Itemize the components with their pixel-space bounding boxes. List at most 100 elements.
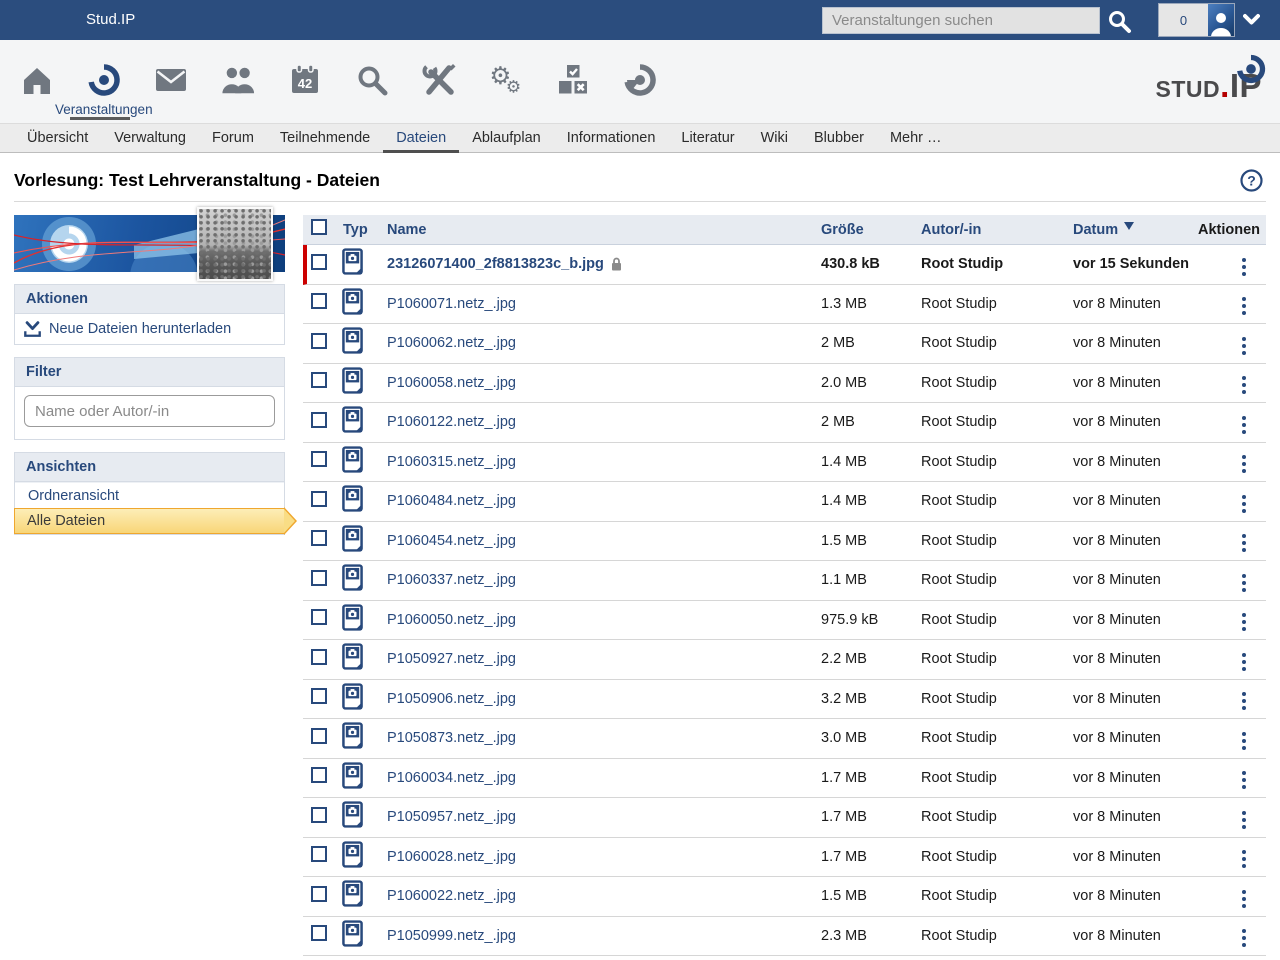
tab-literatur[interactable]: Literatur [668,124,747,152]
column-header-author[interactable]: Autor/-in [921,222,1073,238]
app-title: Stud.IP [86,0,135,40]
row-checkbox[interactable] [311,372,327,388]
file-name-link[interactable]: P1060028.netz_.jpg [387,849,516,865]
search-submit-button[interactable] [1106,8,1132,34]
download-new-files-link[interactable]: Neue Dateien herunterladen [15,314,284,344]
table-row: P1050999.netz_.jpg 2.3 MB Root Studip vo… [303,917,1266,957]
file-name-link[interactable]: P1060058.netz_.jpg [387,375,516,391]
file-name-link[interactable]: P1050957.netz_.jpg [387,809,516,825]
row-actions-kebab-icon[interactable] [1238,649,1250,675]
row-checkbox[interactable] [311,807,327,823]
tab-ablaufplan[interactable]: Ablaufplan [459,124,554,152]
column-header-typ[interactable]: Typ [337,222,381,238]
tab-dateien[interactable]: Dateien [383,124,459,152]
row-checkbox[interactable] [311,925,327,941]
row-actions-kebab-icon[interactable] [1238,254,1250,280]
calendar-icon[interactable]: 42 [288,60,322,100]
row-checkbox[interactable] [311,451,327,467]
person-icon [1208,10,1234,36]
community-icon[interactable] [221,60,255,100]
table-row: P1060484.netz_.jpg 1.4 MB Root Studip vo… [303,482,1266,522]
row-checkbox[interactable] [311,767,327,783]
row-actions-kebab-icon[interactable] [1238,609,1250,635]
tab-informationen[interactable]: Informationen [554,124,669,152]
file-name-link[interactable]: P1060315.netz_.jpg [387,454,516,470]
filter-input[interactable] [24,395,275,427]
row-checkbox[interactable] [311,609,327,625]
user-menu[interactable]: 0 [1158,3,1235,37]
search-icon[interactable] [355,60,389,100]
file-name-link[interactable]: P1060122.netz_.jpg [387,414,516,430]
file-name-link[interactable]: P1050999.netz_.jpg [387,928,516,944]
mail-icon[interactable] [154,60,188,100]
tab-forum[interactable]: Forum [199,124,267,152]
row-actions-kebab-icon[interactable] [1238,728,1250,754]
row-actions-kebab-icon[interactable] [1238,570,1250,596]
row-checkbox[interactable] [311,491,327,507]
spiral-icon[interactable] [623,60,657,100]
row-checkbox[interactable] [311,886,327,902]
row-actions-kebab-icon[interactable] [1238,767,1250,793]
row-checkbox[interactable] [311,649,327,665]
column-header-date[interactable]: Datum [1073,222,1198,238]
select-all-checkbox[interactable] [311,219,327,235]
view-item-alle-dateien[interactable]: Alle Dateien [14,508,285,534]
evaluation-icon[interactable] [556,60,590,100]
file-name-link[interactable]: P1060034.netz_.jpg [387,770,516,786]
course-search-input[interactable] [822,7,1100,34]
row-actions-kebab-icon[interactable] [1238,372,1250,398]
row-checkbox[interactable] [311,530,327,546]
file-name-link[interactable]: P1060062.netz_.jpg [387,335,516,351]
column-header-size[interactable]: Größe [821,222,921,238]
admin-gears-icon[interactable]: ⚙ ⚙ [489,60,523,100]
row-actions-kebab-icon[interactable] [1238,293,1250,319]
file-name-link[interactable]: P1060022.netz_.jpg [387,888,516,904]
row-actions-kebab-icon[interactable] [1238,412,1250,438]
tab-verwaltung[interactable]: Verwaltung [101,124,199,152]
row-actions-kebab-icon[interactable] [1238,333,1250,359]
row-checkbox[interactable] [311,412,327,428]
row-actions-kebab-icon[interactable] [1238,688,1250,714]
file-name-link[interactable]: P1060337.netz_.jpg [387,572,516,588]
tab-übersicht[interactable]: Übersicht [14,124,101,152]
row-actions-kebab-icon[interactable] [1238,451,1250,477]
help-button[interactable]: ? [1240,169,1263,197]
chevron-down-icon [1243,13,1260,26]
tab-wiki[interactable]: Wiki [748,124,801,152]
page-title: Vorlesung: Test Lehrveranstaltung - Date… [14,170,380,191]
file-name-link[interactable]: P1060454.netz_.jpg [387,533,516,549]
file-name-link[interactable]: P1060071.netz_.jpg [387,296,516,312]
tools-icon[interactable] [422,60,456,100]
file-name-link[interactable]: P1050873.netz_.jpg [387,730,516,746]
row-actions-kebab-icon[interactable] [1238,886,1250,912]
row-checkbox[interactable] [311,846,327,862]
row-actions-kebab-icon[interactable] [1238,925,1250,951]
active-section-label[interactable]: Veranstaltungen [55,102,153,117]
home-icon[interactable] [20,60,54,100]
row-actions-kebab-icon[interactable] [1238,491,1250,517]
row-actions-kebab-icon[interactable] [1238,846,1250,872]
view-item-ordneransicht[interactable]: Ordneransicht [15,482,284,508]
row-checkbox[interactable] [311,570,327,586]
seminar-spiral-icon[interactable] [87,60,121,100]
row-checkbox[interactable] [311,293,327,309]
tab-blubber[interactable]: Blubber [801,124,877,152]
file-name-link[interactable]: P1050927.netz_.jpg [387,651,516,667]
file-name-link[interactable]: P1050906.netz_.jpg [387,691,516,707]
row-checkbox[interactable] [311,688,327,704]
row-actions-kebab-icon[interactable] [1238,530,1250,556]
column-header-name[interactable]: Name [381,222,821,238]
tab-teilnehmende[interactable]: Teilnehmende [267,124,383,152]
row-actions-kebab-icon[interactable] [1238,807,1250,833]
course-tab-bar: ÜbersichtVerwaltungForumTeilnehmendeDate… [0,123,1280,153]
file-name-link[interactable]: P1060050.netz_.jpg [387,612,516,628]
row-checkbox[interactable] [311,333,327,349]
row-checkbox[interactable] [311,254,327,270]
tab-mehr[interactable]: Mehr … [877,124,955,152]
table-row: P1050873.netz_.jpg 3.0 MB Root Studip vo… [303,719,1266,759]
row-checkbox[interactable] [311,728,327,744]
file-name-link[interactable]: 23126071400_2f8813823c_b.jpg [387,256,604,272]
user-menu-chevron[interactable] [1243,13,1260,31]
file-name-link[interactable]: P1060484.netz_.jpg [387,493,516,509]
image-file-icon [342,920,363,947]
